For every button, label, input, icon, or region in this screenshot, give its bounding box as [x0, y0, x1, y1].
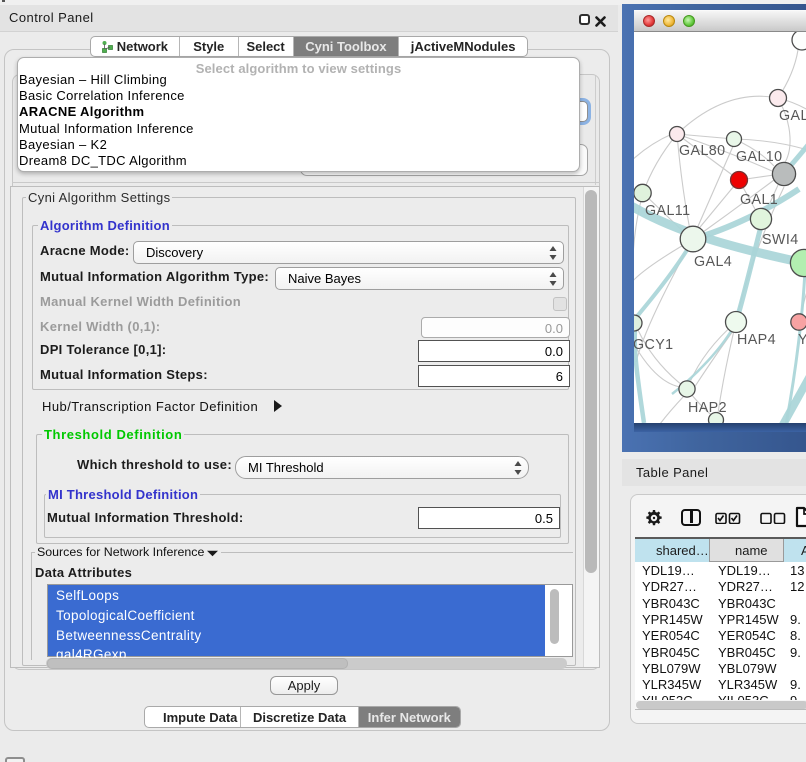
svg-text:HAP4: HAP4: [737, 332, 776, 348]
svg-text:GAL7: GAL7: [779, 108, 806, 124]
svg-text:GAL4: GAL4: [694, 254, 732, 270]
svg-text:HAP2: HAP2: [688, 400, 727, 416]
svg-text:Y: Y: [798, 332, 806, 348]
svg-text:GAL10: GAL10: [736, 149, 783, 165]
svg-text:GCY1: GCY1: [634, 337, 674, 353]
svg-text:GAL1: GAL1: [740, 192, 778, 208]
svg-text:GAL80: GAL80: [679, 143, 726, 159]
svg-text:GAL11: GAL11: [645, 203, 690, 219]
svg-text:SWI4: SWI4: [762, 232, 799, 248]
